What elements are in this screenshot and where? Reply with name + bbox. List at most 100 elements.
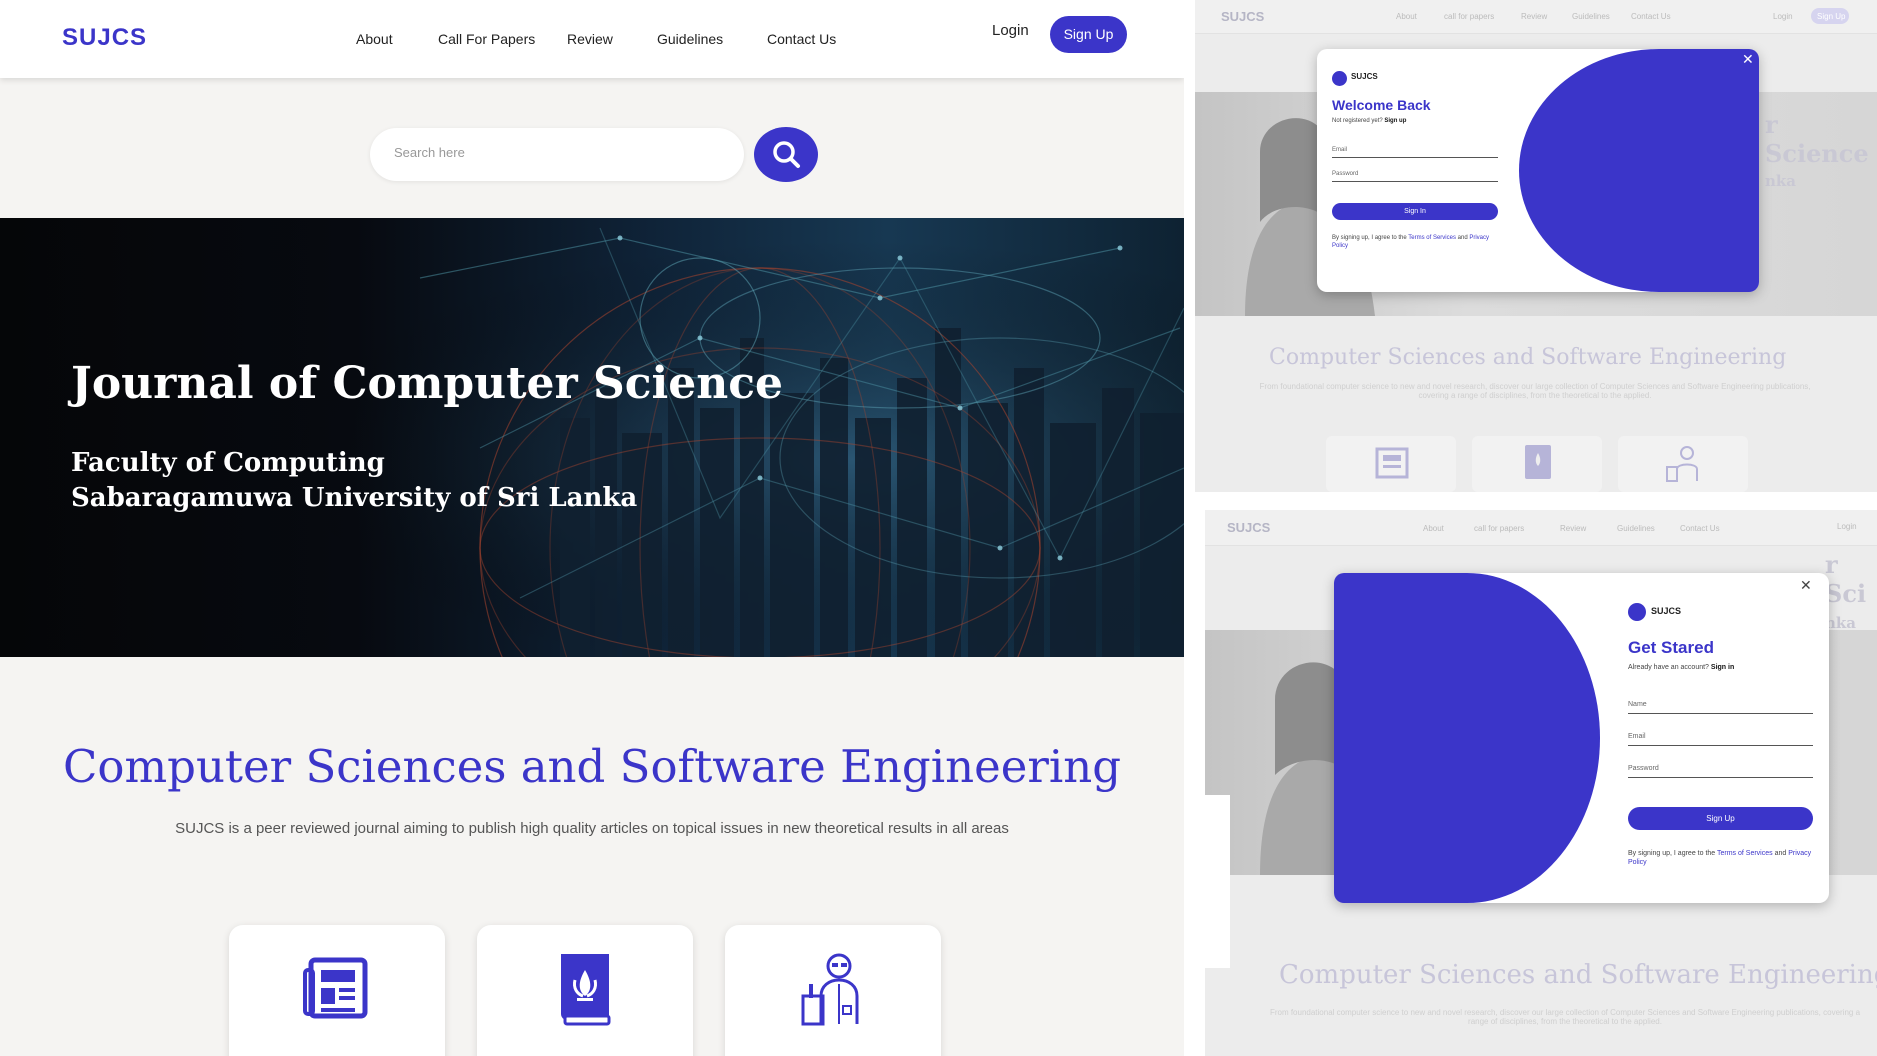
modal-title: Welcome Back (1332, 97, 1431, 113)
background-hero-subtitle-fragment: nka (1825, 614, 1857, 632)
hero-faculty: Faculty of Computing (71, 448, 385, 478)
card-publications[interactable] (229, 925, 445, 1056)
panel-divider (1184, 795, 1230, 968)
password-label: Password (1628, 765, 1659, 772)
signin-prompt: Already have an account? Sign in (1628, 664, 1734, 671)
section-title: Computer Sciences and Software Engineeri… (62, 740, 1122, 793)
background-section-title: Computer Sciences and Software Engineeri… (1279, 960, 1877, 990)
background-nav-guidelines: Guidelines (1572, 12, 1610, 21)
background-section-description: From foundational computer science to ne… (1259, 382, 1811, 400)
modal-logo-text: SUJCS (1351, 72, 1378, 81)
signup-prompt-text: Not registered yet? (1332, 118, 1383, 124)
background-signup-label: Sign Up (1817, 12, 1846, 21)
password-field[interactable] (1628, 777, 1813, 778)
signin-modal-screen: SUJCS About call for papers Review Guide… (1195, 0, 1877, 492)
background-nav-contact: Contact Us (1631, 12, 1671, 21)
email-field[interactable] (1332, 157, 1498, 158)
journal-book-icon (1525, 445, 1551, 479)
journal-homepage: SUJCS About Call For Papers Review Guide… (0, 0, 1184, 1056)
background-logo: SUJCS (1227, 520, 1271, 535)
terms-and: and (1457, 235, 1468, 241)
background-logo: SUJCS (1221, 9, 1265, 24)
search-button[interactable] (754, 127, 818, 182)
modal-title: Get Stared (1628, 638, 1714, 657)
network-globe-image (0, 218, 1184, 657)
terms-text: By signing up, I agree to the Terms of S… (1332, 234, 1502, 250)
password-field[interactable] (1332, 181, 1498, 182)
nav-review[interactable]: Review (567, 31, 613, 47)
journal-book-icon (561, 954, 611, 1026)
terms-and: and (1774, 850, 1787, 857)
researcher-icon (801, 953, 859, 1026)
card-journal[interactable] (477, 925, 693, 1056)
terms-link[interactable]: Terms of Services (1717, 850, 1773, 857)
search-bar (370, 128, 744, 181)
nav-guidelines[interactable]: Guidelines (657, 31, 723, 47)
researcher-icon (1666, 446, 1698, 482)
background-hero-title-fragment: r Sci (1825, 550, 1867, 608)
signup-modal-screen: SUJCS About call for papers Review Guide… (1205, 510, 1877, 1056)
nav-about[interactable]: About (356, 31, 393, 47)
background-login: Login (1773, 12, 1793, 21)
terms-text: By signing up, I agree to the Terms of S… (1628, 849, 1818, 867)
background-card-3 (1618, 436, 1748, 492)
background-nav-guidelines: Guidelines (1617, 524, 1655, 533)
signup-prompt: Not registered yet? Sign up (1332, 118, 1406, 124)
terms-link[interactable]: Terms of Services (1408, 235, 1456, 241)
close-icon[interactable]: ✕ (1800, 577, 1812, 594)
background-nav-review: Review (1560, 524, 1587, 533)
modal-logo-text: SUJCS (1651, 606, 1682, 616)
email-field[interactable] (1628, 745, 1813, 746)
name-field[interactable] (1628, 713, 1813, 714)
signin-modal: ✕ SUJCS Welcome Back Not registered yet?… (1317, 49, 1759, 292)
modal-decor-shape (1519, 49, 1759, 292)
background-navbar: SUJCS About call for papers Review Guide… (1195, 0, 1877, 34)
signup-modal: ✕ SUJCS Get Stared Already have an accou… (1334, 573, 1829, 903)
nav-contact-us[interactable]: Contact Us (767, 31, 836, 47)
background-nav-about: About (1423, 524, 1444, 533)
newspaper-icon (1375, 447, 1409, 479)
modal-logo-icon (1332, 71, 1347, 86)
name-label: Name (1628, 701, 1647, 708)
site-logo[interactable]: SUJCS (62, 24, 147, 52)
background-section-title: Computer Sciences and Software Engineeri… (1269, 345, 1787, 370)
signin-button[interactable]: Sign In (1332, 203, 1498, 220)
background-nav-contact: Contact Us (1680, 524, 1720, 533)
password-label: Password (1332, 171, 1359, 177)
modal-logo-icon (1628, 603, 1646, 621)
email-label: Email (1332, 147, 1348, 153)
section-description: SUJCS is a peer reviewed journal aiming … (175, 820, 1009, 837)
hero-university: Sabaragamuwa University of Sri Lanka (71, 483, 638, 513)
hero-banner: Journal of Computer Science Faculty of C… (0, 218, 1184, 657)
background-navbar: SUJCS About call for papers Review Guide… (1205, 510, 1877, 546)
top-navbar: SUJCS About Call For Papers Review Guide… (0, 0, 1184, 78)
signup-link[interactable]: Sign up (1384, 118, 1406, 124)
close-icon[interactable]: ✕ (1742, 51, 1754, 68)
background-signup-button: Sign Up (1811, 8, 1849, 24)
card-researchers[interactable] (725, 925, 941, 1056)
background-hero-subtitle-fragment: nka (1765, 172, 1797, 190)
signup-button[interactable]: Sign Up (1628, 807, 1813, 830)
search-input[interactable] (394, 145, 714, 160)
nav-call-for-papers[interactable]: Call For Papers (438, 31, 535, 47)
signin-link[interactable]: Sign in (1711, 664, 1734, 671)
signin-prompt-text: Already have an account? (1628, 664, 1709, 671)
signup-button[interactable]: Sign Up (1050, 16, 1127, 53)
background-nav-call-for-papers: call for papers (1444, 12, 1495, 21)
background-nav-call-for-papers: call for papers (1474, 524, 1525, 533)
email-label: Email (1628, 733, 1646, 740)
background-nav-review: Review (1521, 12, 1548, 21)
terms-prefix: By signing up, I agree to the (1628, 850, 1716, 857)
newspaper-icon (303, 957, 368, 1019)
terms-prefix: By signing up, I agree to the (1332, 235, 1407, 241)
modal-decor-shape (1334, 573, 1600, 903)
background-nav-about: About (1396, 12, 1417, 21)
background-login: Login (1837, 522, 1857, 531)
search-icon (773, 141, 800, 168)
hero-title: Journal of Computer Science (71, 358, 784, 409)
background-hero-title-fragment: r Science (1765, 110, 1869, 168)
background-card-1 (1326, 436, 1456, 492)
background-card-2 (1472, 436, 1602, 492)
login-link[interactable]: Login (992, 22, 1029, 39)
background-section-description: From foundational computer science to ne… (1269, 1008, 1861, 1026)
